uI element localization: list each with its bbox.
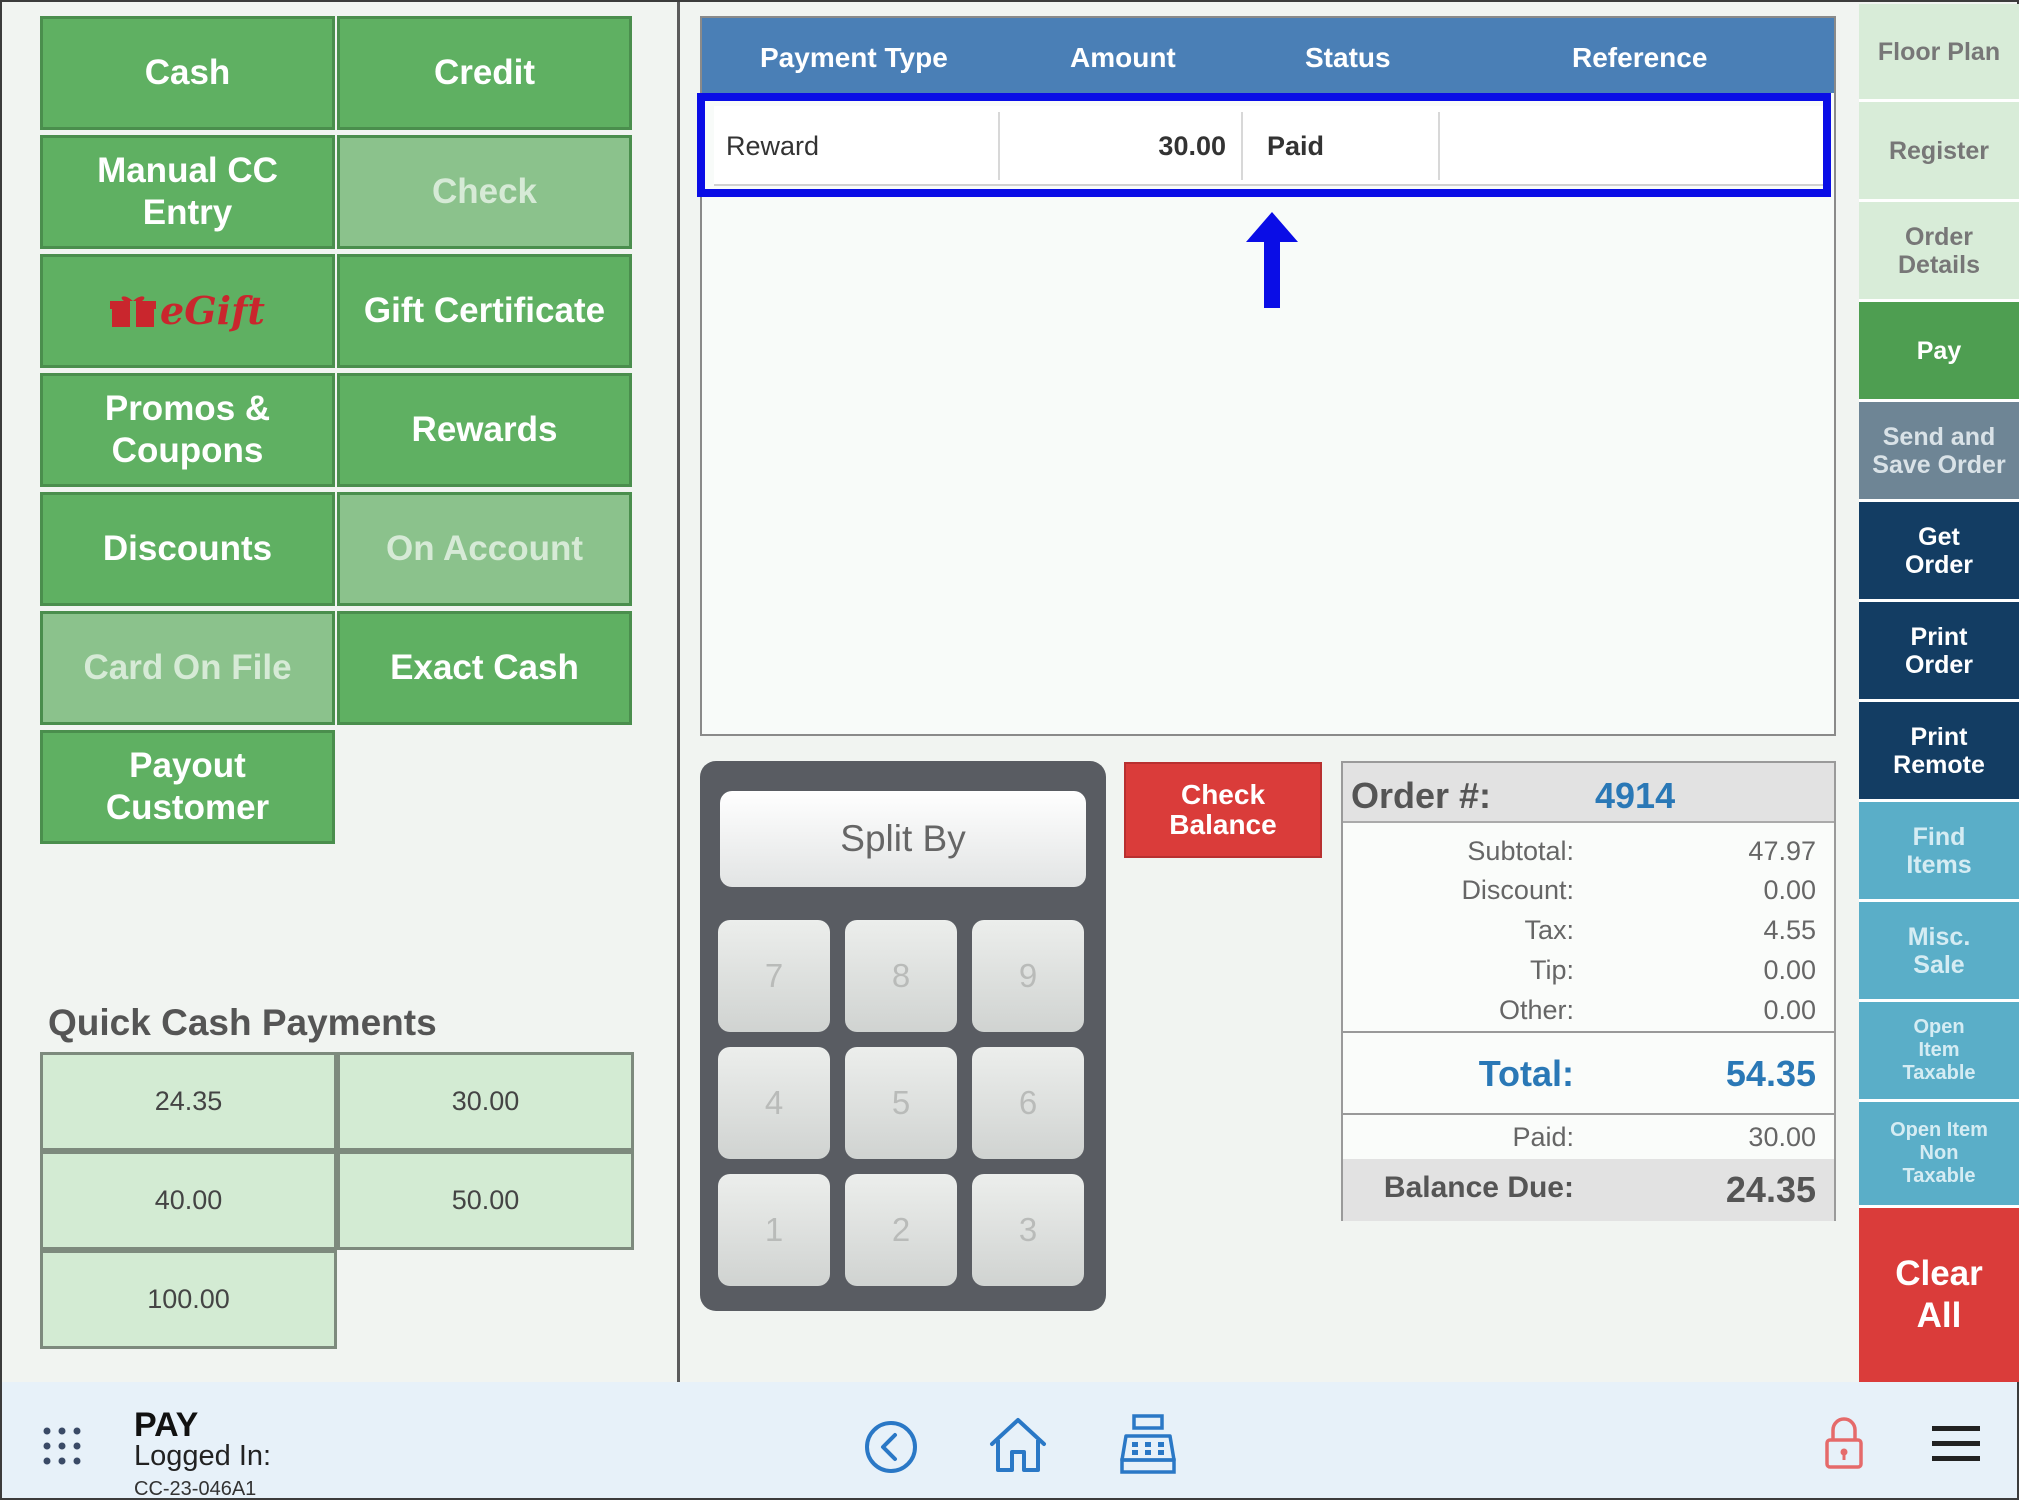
balance-due-bar: Balance Due: 24.35 bbox=[1343, 1159, 1834, 1221]
payment-table-header: Payment Type Amount Status Reference bbox=[702, 18, 1834, 93]
rewards-button[interactable]: Rewards bbox=[337, 373, 632, 487]
tax-value: 4.55 bbox=[1763, 915, 1816, 945]
discount-value: 0.00 bbox=[1763, 875, 1816, 905]
balance-due-label: Balance Due: bbox=[1383, 1171, 1574, 1204]
order-header: Order #: 4914 bbox=[1343, 763, 1834, 823]
key-4[interactable]: 4 bbox=[718, 1047, 830, 1159]
key-1[interactable]: 1 bbox=[718, 1174, 830, 1286]
key-7[interactable]: 7 bbox=[718, 920, 830, 1032]
cash-register-icon[interactable] bbox=[1120, 1414, 1176, 1474]
card-on-file-button[interactable]: Card On File bbox=[40, 611, 335, 725]
discounts-button[interactable]: Discounts bbox=[40, 492, 335, 606]
key-6[interactable]: 6 bbox=[972, 1047, 1084, 1159]
tip-value: 0.00 bbox=[1763, 955, 1816, 985]
up-arrow-icon bbox=[1246, 212, 1298, 308]
key-9[interactable]: 9 bbox=[972, 920, 1084, 1032]
nav-clear-all[interactable]: Clear All bbox=[1859, 1208, 2019, 1382]
gift-certificate-button[interactable]: Gift Certificate bbox=[337, 254, 632, 368]
apps-grid-icon[interactable] bbox=[42, 1426, 82, 1466]
hamburger-menu-icon[interactable] bbox=[1932, 1426, 1980, 1462]
quick-cash-24-35[interactable]: 24.35 bbox=[40, 1052, 337, 1151]
home-icon[interactable] bbox=[988, 1416, 1048, 1474]
nav-floor-plan[interactable]: Floor Plan bbox=[1859, 4, 2019, 102]
subtotal-value: 47.97 bbox=[1748, 836, 1816, 866]
cash-button[interactable]: Cash bbox=[40, 16, 335, 130]
nav-get-order[interactable]: Get Order bbox=[1859, 502, 2019, 602]
lock-icon[interactable] bbox=[1824, 1416, 1864, 1470]
quick-cash-30-00[interactable]: 30.00 bbox=[337, 1052, 634, 1151]
keypad: Split By 7 8 9 4 5 6 1 2 3 bbox=[700, 761, 1106, 1311]
gift-box-icon bbox=[110, 296, 157, 327]
nav-pay[interactable]: Pay bbox=[1859, 302, 2019, 402]
header-status: Status bbox=[1305, 42, 1391, 73]
key-5[interactable]: 5 bbox=[845, 1047, 957, 1159]
logged-in-label: Logged In: bbox=[134, 1440, 272, 1472]
quick-cash-50-00[interactable]: 50.00 bbox=[337, 1151, 634, 1250]
subtotal-label: Subtotal: bbox=[1467, 836, 1574, 866]
quick-cash-100-00[interactable]: 100.00 bbox=[40, 1250, 337, 1349]
split-by-button[interactable]: Split By bbox=[720, 791, 1086, 887]
check-button[interactable]: Check bbox=[337, 135, 632, 249]
quick-cash-title: Quick Cash Payments bbox=[48, 1002, 437, 1043]
footer-bar: PAY Logged In: CC-23-046A1 bbox=[2, 1382, 2017, 1500]
key-8[interactable]: 8 bbox=[845, 920, 957, 1032]
exact-cash-button[interactable]: Exact Cash bbox=[337, 611, 632, 725]
promos-coupons-button[interactable]: Promos & Coupons bbox=[40, 373, 335, 487]
egift-button[interactable]: eGift bbox=[40, 254, 335, 368]
tip-label: Tip: bbox=[1529, 955, 1574, 985]
key-3[interactable]: 3 bbox=[972, 1174, 1084, 1286]
panel-divider bbox=[677, 2, 680, 1382]
key-2[interactable]: 2 bbox=[845, 1174, 957, 1286]
header-amount: Amount bbox=[1070, 42, 1176, 73]
paid-value: 30.00 bbox=[1748, 1122, 1816, 1152]
check-balance-button[interactable]: Check Balance bbox=[1124, 762, 1322, 858]
header-reference: Reference bbox=[1572, 42, 1708, 73]
header-payment-type: Payment Type bbox=[760, 42, 948, 73]
order-summary: Order #: 4914 Subtotal: 47.97 Discount: … bbox=[1341, 761, 1836, 1221]
device-id: CC-23-046A1 bbox=[134, 1478, 257, 1500]
order-number: 4914 bbox=[1595, 775, 1676, 816]
paid-label: Paid: bbox=[1512, 1122, 1574, 1152]
payout-customer-button[interactable]: Payout Customer bbox=[40, 730, 335, 844]
nav-print-order[interactable]: Print Order bbox=[1859, 602, 2019, 702]
back-icon[interactable] bbox=[864, 1420, 918, 1474]
other-value: 0.00 bbox=[1763, 995, 1816, 1025]
nav-register[interactable]: Register bbox=[1859, 102, 2019, 202]
on-account-button[interactable]: On Account bbox=[337, 492, 632, 606]
quick-cash-40-00[interactable]: 40.00 bbox=[40, 1151, 337, 1250]
manual-cc-entry-button[interactable]: Manual CC Entry bbox=[40, 135, 335, 249]
nav-send-and-save-order[interactable]: Send and Save Order bbox=[1859, 402, 2019, 502]
credit-button[interactable]: Credit bbox=[337, 16, 632, 130]
row-highlight-box bbox=[697, 93, 1831, 197]
nav-open-item-non-taxable[interactable]: Open Item Non Taxable bbox=[1859, 1102, 2019, 1208]
nav-find-items[interactable]: Find Items bbox=[1859, 802, 2019, 902]
nav-order-details[interactable]: Order Details bbox=[1859, 202, 2019, 302]
discount-label: Discount: bbox=[1461, 875, 1574, 905]
balance-due-value: 24.35 bbox=[1725, 1169, 1816, 1210]
order-number-label: Order #: bbox=[1351, 775, 1492, 816]
egift-label: eGift bbox=[160, 288, 265, 333]
egift-logo: eGift bbox=[110, 290, 265, 332]
total-value: 54.35 bbox=[1725, 1053, 1816, 1094]
other-label: Other: bbox=[1498, 995, 1574, 1025]
nav-print-remote[interactable]: Print Remote bbox=[1859, 702, 2019, 802]
tax-label: Tax: bbox=[1524, 915, 1574, 945]
nav-open-item-taxable[interactable]: Open Item Taxable bbox=[1859, 1002, 2019, 1102]
total-label: Total: bbox=[1478, 1053, 1574, 1094]
nav-misc-sale[interactable]: Misc. Sale bbox=[1859, 902, 2019, 1002]
